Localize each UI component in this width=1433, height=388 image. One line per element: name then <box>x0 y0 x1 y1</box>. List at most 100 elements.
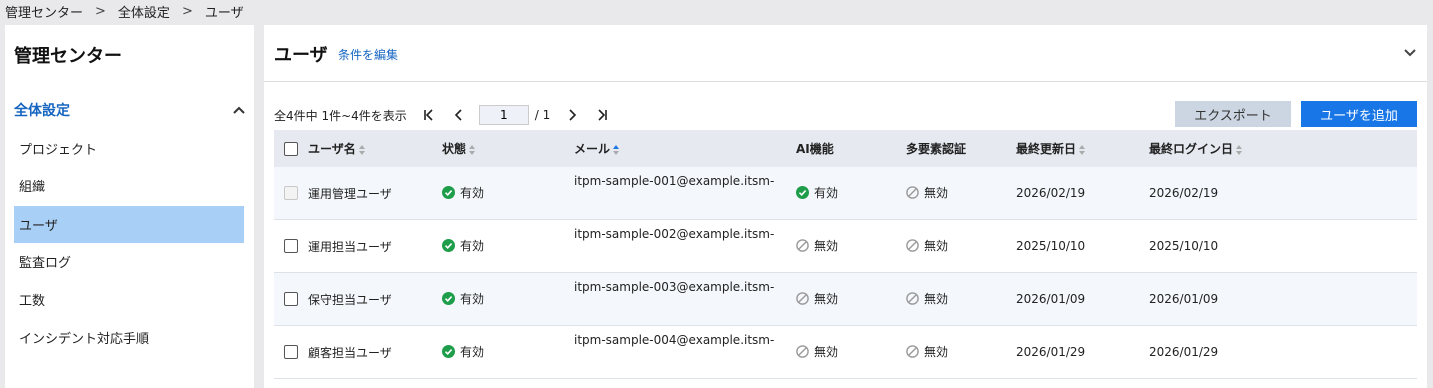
cell-email: itpm-sample-001@example.itsm- <box>574 174 775 188</box>
edit-conditions-link[interactable]: 条件を編集 <box>338 46 398 63</box>
check-circle-icon <box>442 292 455 305</box>
row-checkbox[interactable] <box>284 345 298 360</box>
cell-username: 顧客担当ユーザ <box>308 345 392 360</box>
breadcrumb-item-users: ユーザ <box>204 5 244 21</box>
first-page-icon[interactable] <box>421 107 437 123</box>
table-row[interactable]: 運用管理ユーザ 有効 itpm-sample-001@example.itsm- 有効… <box>274 167 1417 220</box>
main-panel: ユーザ 条件を編集 全4件中 1件~4件を表示 / 1 エクスポート ユーザを追… <box>264 25 1427 388</box>
breadcrumb-separator: > <box>181 3 193 19</box>
ai-status-text: 無効 <box>814 292 839 306</box>
table-row[interactable]: 顧客担当ユーザ 有効 itpm-sample-004@example.itsm- 無効… <box>274 325 1417 379</box>
cell-updated-date: 2026/02/19 <box>1016 186 1086 200</box>
status-text: 有効 <box>460 239 485 253</box>
pagination: 全4件中 1件~4件を表示 / 1 <box>274 105 610 125</box>
sidebar-section-global-settings[interactable]: 全体設定 <box>14 100 246 120</box>
sidebar-item-projects[interactable]: プロジェクト <box>14 130 244 167</box>
sort-icon[interactable] <box>1078 144 1086 156</box>
chevron-down-icon[interactable] <box>1403 46 1417 60</box>
row-checkbox <box>284 186 298 201</box>
prohibited-icon <box>906 239 919 252</box>
breadcrumb-item-admin-center[interactable]: 管理センター <box>5 2 83 21</box>
check-circle-icon <box>442 186 455 199</box>
next-page-icon[interactable] <box>564 107 580 123</box>
ai-status-text: 無効 <box>814 239 839 253</box>
cell-last-login-date: 2026/01/29 <box>1149 345 1219 359</box>
sort-icon[interactable] <box>1235 144 1243 156</box>
ai-status: 無効 <box>796 237 838 254</box>
prohibited-icon <box>906 292 919 305</box>
status-text: 有効 <box>460 292 485 306</box>
row-checkbox[interactable] <box>284 292 298 307</box>
cell-username: 運用担当ユーザ <box>308 239 392 254</box>
breadcrumb: 管理センター > 全体設定 > ユーザ <box>5 2 244 21</box>
cell-email: itpm-sample-002@example.itsm- <box>574 227 775 241</box>
export-button[interactable]: エクスポート <box>1175 101 1291 127</box>
chevron-up-icon[interactable] <box>232 103 246 117</box>
sidebar-section-label: 全体設定 <box>14 103 70 119</box>
table-header-row: ユーザ名 状態 メール AI機能 多要素認証 最終更新日 最終ログイン日 <box>274 130 1417 167</box>
status-text: 有効 <box>460 186 485 200</box>
sort-asc-icon[interactable] <box>612 144 620 156</box>
sidebar-item-audit-log[interactable]: 監査ログ <box>14 243 244 280</box>
cell-updated-date: 2025/10/10 <box>1016 239 1086 253</box>
ai-status: 有効 <box>796 184 838 201</box>
mfa-status: 無効 <box>906 184 948 201</box>
column-header-email[interactable]: メール <box>574 130 796 167</box>
cell-updated-date: 2026/01/29 <box>1016 345 1086 359</box>
sidebar-item-incident-procedure[interactable]: インシデント対応手順 <box>14 319 244 356</box>
cell-username: 保守担当ユーザ <box>308 292 392 307</box>
prev-page-icon[interactable] <box>451 107 467 123</box>
table-row[interactable]: 運用担当ユーザ 有効 itpm-sample-002@example.itsm- 無効… <box>274 219 1417 273</box>
status-text: 有効 <box>460 345 485 359</box>
check-circle-icon <box>442 345 455 358</box>
table-row[interactable]: 保守担当ユーザ 有効 itpm-sample-003@example.itsm- 無効… <box>274 272 1417 326</box>
users-table: ユーザ名 状態 メール AI機能 多要素認証 最終更新日 最終ログイン日 運用管… <box>274 130 1417 379</box>
sort-icon[interactable] <box>358 144 366 156</box>
column-header-status[interactable]: 状態 <box>442 130 574 167</box>
page-header: ユーザ 条件を編集 <box>264 25 1427 82</box>
status-badge: 有効 <box>442 290 484 307</box>
ai-status: 無効 <box>796 343 838 360</box>
prohibited-icon <box>796 239 809 252</box>
cell-email: itpm-sample-003@example.itsm- <box>574 280 775 294</box>
column-header-last-login[interactable]: 最終ログイン日 <box>1149 130 1417 167</box>
page-title: ユーザ <box>274 45 328 66</box>
select-all-checkbox[interactable] <box>284 141 298 156</box>
mfa-status-text: 無効 <box>924 239 949 253</box>
status-badge: 有効 <box>442 343 484 360</box>
breadcrumb-separator: > <box>95 3 106 19</box>
add-user-button[interactable]: ユーザを追加 <box>1301 101 1417 127</box>
page-number-input[interactable] <box>478 105 529 125</box>
prohibited-icon <box>796 345 809 358</box>
mfa-status-text: 無効 <box>924 186 949 200</box>
cell-last-login-date: 2025/10/10 <box>1149 239 1219 253</box>
status-badge: 有効 <box>442 237 484 254</box>
column-header-ai: AI機能 <box>796 142 834 156</box>
check-circle-icon <box>442 239 455 252</box>
sidebar: 管理センター 全体設定 プロジェクト 組織 ユーザ 監査ログ 工数 インシデント… <box>5 25 254 388</box>
column-header-mfa: 多要素認証 <box>906 142 967 156</box>
cell-last-login-date: 2026/02/19 <box>1149 186 1219 200</box>
cell-username: 運用管理ユーザ <box>308 186 392 201</box>
mfa-status-text: 無効 <box>924 292 949 306</box>
prohibited-icon <box>906 186 919 199</box>
cell-last-login-date: 2026/01/09 <box>1149 292 1219 306</box>
column-header-username[interactable]: ユーザ名 <box>308 130 442 167</box>
sidebar-item-users[interactable]: ユーザ <box>14 206 244 243</box>
sidebar-item-effort[interactable]: 工数 <box>14 281 244 318</box>
sidebar-item-organizations[interactable]: 組織 <box>14 167 244 204</box>
breadcrumb-item-global-settings[interactable]: 全体設定 <box>118 2 170 21</box>
check-circle-icon <box>796 186 809 199</box>
status-badge: 有効 <box>442 184 484 201</box>
mfa-status: 無効 <box>906 237 948 254</box>
sort-icon[interactable] <box>468 144 476 156</box>
column-header-updated[interactable]: 最終更新日 <box>1016 130 1149 167</box>
ai-status-text: 無効 <box>814 345 839 359</box>
ai-status: 無効 <box>796 290 838 307</box>
row-checkbox[interactable] <box>284 239 298 254</box>
page-total: / 1 <box>534 108 551 122</box>
last-page-icon[interactable] <box>594 107 610 123</box>
ai-status-text: 有効 <box>814 186 839 200</box>
mfa-status: 無効 <box>906 290 948 307</box>
cell-email: itpm-sample-004@example.itsm- <box>574 333 775 347</box>
